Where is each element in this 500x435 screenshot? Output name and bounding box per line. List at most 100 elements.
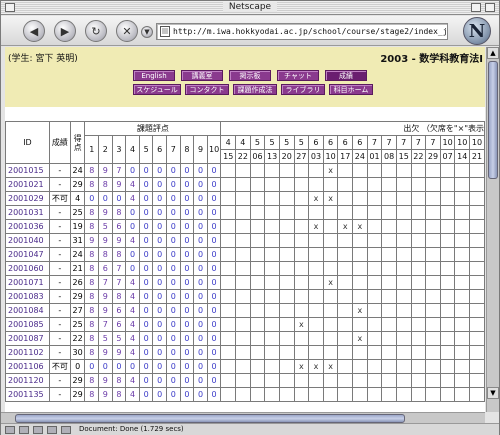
attendance-cell (469, 359, 485, 374)
header-date-month: 7 (366, 135, 383, 150)
student-id-link[interactable]: 2001031 (5, 205, 50, 220)
student-id-link[interactable]: 2001120 (5, 373, 50, 388)
attendance-cell (322, 289, 339, 304)
score-cell: 9 (111, 345, 127, 360)
score-cell: 9 (98, 289, 113, 304)
netscape-logo-icon[interactable]: N (463, 17, 491, 45)
forward-button[interactable]: ▶ (54, 20, 76, 42)
back-button[interactable]: ◀ (23, 20, 45, 42)
attendance-cell (249, 289, 266, 304)
attendance-cell (439, 345, 456, 360)
stop-button[interactable]: ✕ (116, 20, 138, 42)
score-cell: 0 (138, 247, 154, 262)
attendance-cell (425, 317, 441, 332)
score-cell: 0 (166, 177, 181, 192)
reload-button[interactable]: ↻ (85, 20, 107, 42)
attendance-cell (439, 317, 456, 332)
attendance-cell (352, 275, 368, 290)
history-dropdown-button[interactable]: ▼ (141, 26, 153, 38)
zoom-box[interactable] (471, 3, 481, 12)
score-cell: 0 (193, 303, 208, 318)
horizontal-scrollbar[interactable] (1, 412, 485, 423)
student-id-link[interactable]: 2001135 (5, 387, 50, 402)
security-lock-icon[interactable] (5, 426, 15, 434)
score-cell: 0 (152, 331, 167, 346)
student-id-link[interactable]: 2001084 (5, 303, 50, 318)
vertical-scroll-thumb[interactable] (488, 61, 498, 179)
table-row: 2001031-25 8 9 8 0 0 0 0 0 0 0 (5, 205, 485, 220)
nav-library[interactable]: ライブラリ (281, 84, 325, 95)
nav-english[interactable]: English (133, 70, 175, 81)
score-cell: 0 (179, 359, 195, 374)
score-cell: 4 (125, 317, 140, 332)
nav-schedule[interactable]: スケジュール (133, 84, 181, 95)
student-id-link[interactable]: 2001036 (5, 219, 50, 234)
score-cell: 0 (166, 247, 181, 262)
scroll-down-arrow-icon[interactable]: ▼ (487, 387, 499, 399)
attendance-cell (293, 373, 310, 388)
attendance-cell (454, 387, 471, 402)
attendance-cell (337, 317, 354, 332)
student-id-link[interactable]: 2001085 (5, 317, 50, 332)
nav-bulletin-board[interactable]: 掲示板 (229, 70, 271, 81)
student-id-link[interactable]: 2001083 (5, 289, 50, 304)
attendance-cell (381, 359, 397, 374)
online-status-icon[interactable] (61, 426, 71, 434)
nav-lecture-room[interactable]: 講義室 (181, 70, 223, 81)
attendance-cell (278, 191, 295, 206)
total-cell: 24 (69, 163, 86, 178)
student-id-link[interactable]: 2001040 (5, 233, 50, 248)
student-id-link[interactable]: 2001087 (5, 331, 50, 346)
header-score-col: 4 (125, 135, 140, 164)
forward-arrow-icon: ▶ (60, 24, 70, 38)
table-row: 2001060-21 8 6 7 0 0 0 0 0 0 0 (5, 261, 485, 276)
attendance-cell (322, 261, 339, 276)
score-cell: 7 (111, 163, 127, 178)
student-id-link[interactable]: 2001060 (5, 261, 50, 276)
attendance-cell (293, 345, 310, 360)
attendance-cell (469, 205, 485, 220)
attendance-cell (425, 247, 441, 262)
student-id-link[interactable]: 2001102 (5, 345, 50, 360)
address-book-icon[interactable] (47, 426, 57, 434)
attendance-cell (235, 303, 251, 318)
title-bar[interactable]: Netscape (1, 1, 499, 15)
grade-cell: - (48, 303, 71, 318)
student-id-link[interactable]: 2001021 (5, 177, 50, 192)
horizontal-scroll-thumb[interactable] (15, 414, 405, 423)
attendance-cell (381, 163, 397, 178)
student-id-link[interactable]: 2001071 (5, 275, 50, 290)
nav-assignment-method[interactable]: 課題作成法 (233, 84, 277, 95)
grade-cell: - (48, 219, 71, 234)
attendance-cell (439, 359, 456, 374)
nav-grades[interactable]: 成績 (325, 70, 367, 81)
attendance-cell (293, 303, 310, 318)
score-cell: 0 (206, 205, 222, 220)
attendance-cell (454, 205, 471, 220)
mail-icon[interactable] (19, 426, 29, 434)
composer-icon[interactable] (33, 426, 43, 434)
vertical-scrollbar[interactable]: ▲ ▼ (486, 47, 499, 412)
scroll-up-arrow-icon[interactable]: ▲ (487, 47, 499, 59)
nav-course-home[interactable]: 科目ホーム (329, 84, 373, 95)
student-id-link[interactable]: 2001029 (5, 191, 50, 206)
score-cell: 8 (84, 247, 100, 262)
back-arrow-icon: ◀ (29, 24, 39, 38)
student-id-link[interactable]: 2001015 (5, 163, 50, 178)
attendance-cell: x (308, 219, 324, 234)
total-cell: 30 (69, 345, 86, 360)
student-id-link[interactable]: 2001047 (5, 247, 50, 262)
score-cell: 0 (152, 233, 167, 248)
attendance-cell (439, 177, 456, 192)
header-date-month: 10 (469, 135, 485, 150)
nav-contact[interactable]: コンタクト (185, 84, 229, 95)
attendance-cell (322, 373, 339, 388)
nav-chat[interactable]: チャット (277, 70, 319, 81)
course-title: 2003 - 数学科教育法I (380, 54, 483, 65)
table-header: ID 成績 得点 課題評点 出欠 （欠席を"×"表示 1 2 3 4 5 6 7 8 9 10 4 4… (5, 121, 485, 164)
collapse-box[interactable] (485, 3, 495, 12)
url-field[interactable]: http://m.iwa.hokkyodai.ac.jp/school/cour… (156, 23, 448, 40)
student-id-link[interactable]: 2001106 (5, 359, 50, 374)
attendance-cell (220, 191, 237, 206)
attendance-cell (235, 317, 251, 332)
